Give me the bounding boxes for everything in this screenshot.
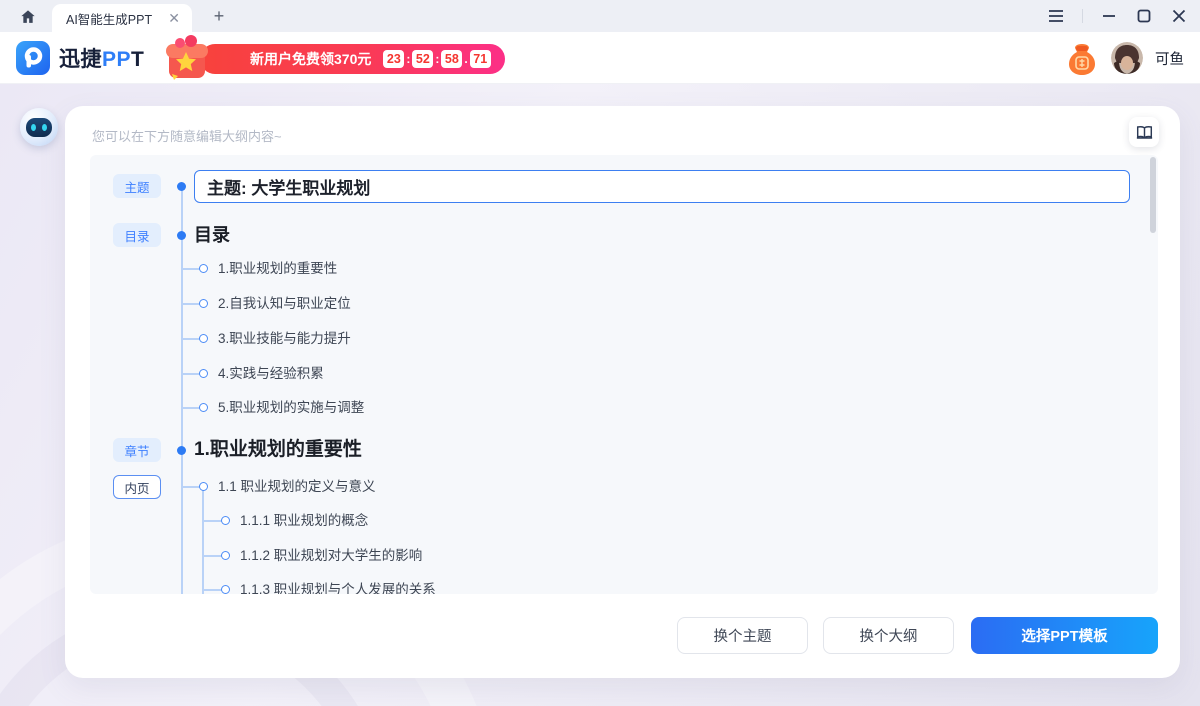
tree-node-ring — [221, 551, 230, 560]
toc-item[interactable]: 3.职业技能与能力提升 — [218, 329, 351, 349]
countdown-minutes: 52 — [412, 50, 434, 68]
chapter-heading[interactable]: 1.职业规划的重要性 — [194, 437, 362, 463]
tab-ai-generate-ppt[interactable]: AI智能生成PPT ✕ — [52, 4, 192, 32]
countdown-seconds: 58 — [441, 50, 463, 68]
outline-panel: 您可以在下方随意编辑大纲内容~ 主题 主题: 大学生职业规划 目录 目录 1.职… — [65, 106, 1180, 678]
tree-node-ring — [221, 585, 230, 594]
tree-subspine — [202, 487, 204, 594]
topic-input[interactable] — [194, 170, 1130, 203]
close-icon[interactable] — [1170, 7, 1188, 25]
sub-item[interactable]: 1.1.3 职业规划与个人发展的关系 — [240, 580, 436, 594]
window-controls — [1047, 0, 1188, 32]
assistant-hint: 您可以在下方随意编辑大纲内容~ — [92, 129, 282, 144]
choose-template-button[interactable]: 选择PPT模板 — [971, 617, 1158, 654]
badge-chapter: 章节 — [113, 438, 161, 462]
header-right: 可鱼 — [1065, 32, 1184, 84]
tree-node-dot — [177, 182, 186, 191]
tree-node-dot — [177, 446, 186, 455]
change-outline-button[interactable]: 换个大纲 — [823, 617, 954, 654]
toc-item[interactable]: 1.职业规划的重要性 — [218, 259, 337, 279]
countdown-separator: : — [435, 52, 440, 66]
tree-node-ring — [199, 264, 208, 273]
toc-item[interactable]: 2.自我认知与职业定位 — [218, 294, 351, 314]
badge-toc: 目录 — [113, 223, 161, 247]
new-tab-icon[interactable]: + — [208, 5, 230, 27]
promo-text: 新用户免费领370元 — [250, 51, 372, 67]
username[interactable]: 可鱼 — [1155, 48, 1184, 69]
sub-item[interactable]: 1.1.1 职业规划的概念 — [240, 511, 368, 531]
main-area: 您可以在下方随意编辑大纲内容~ 主题 主题: 大学生职业规划 目录 目录 1.职… — [0, 84, 1200, 706]
tab-close-icon[interactable]: ✕ — [166, 9, 182, 27]
outline-book-button[interactable] — [1129, 117, 1159, 147]
app-logo[interactable]: 迅捷PPT — [16, 41, 144, 75]
tab-title: AI智能生成PPT — [66, 12, 153, 27]
tree-node-ring — [199, 482, 208, 491]
badge-page: 内页 — [113, 475, 161, 499]
outline-editor: 主题 目录 目录 1.职业规划的重要性 2.自我认知与职业定位 3.职业技能与能… — [90, 155, 1158, 594]
tree-node-ring — [199, 299, 208, 308]
divider — [1082, 9, 1083, 23]
countdown-separator: : — [406, 52, 411, 66]
toc-heading[interactable]: 目录 — [194, 222, 230, 248]
tree-node-ring — [199, 334, 208, 343]
toc-item[interactable]: 5.职业规划的实施与调整 — [218, 398, 364, 418]
book-icon — [1136, 125, 1152, 139]
gift-icon — [166, 35, 208, 80]
logo-icon — [16, 41, 50, 75]
app-header: 迅捷PPT 新用户免费领370元 23 : 52 : 58 . 71 可鱼 — [0, 32, 1200, 84]
menu-icon[interactable] — [1047, 7, 1065, 25]
home-icon[interactable] — [18, 7, 38, 27]
tree-node-ring — [221, 516, 230, 525]
section-item[interactable]: 1.1 职业规划的定义与意义 — [218, 477, 376, 497]
assistant-robot-icon — [20, 108, 58, 146]
tree-node-ring — [199, 369, 208, 378]
maximize-icon[interactable] — [1135, 7, 1153, 25]
countdown-centis: 71 — [469, 50, 491, 68]
countdown-hours: 23 — [383, 50, 405, 68]
badge-topic: 主题 — [113, 174, 161, 198]
promo-pill: 新用户免费领370元 23 : 52 : 58 . 71 — [200, 44, 505, 74]
user-avatar[interactable] — [1111, 42, 1143, 74]
tree-spine — [181, 186, 183, 594]
outline-scrollbar[interactable] — [1150, 157, 1156, 233]
tree-node-dot — [177, 231, 186, 240]
countdown-separator: . — [464, 52, 468, 66]
logo-text: 迅捷PPT — [59, 48, 145, 71]
sub-item[interactable]: 1.1.2 职业规划对大学生的影响 — [240, 546, 422, 566]
toc-item[interactable]: 4.实践与经验积累 — [218, 364, 324, 384]
change-topic-button[interactable]: 换个主题 — [677, 617, 808, 654]
tree-node-ring — [199, 403, 208, 412]
lucky-bag-icon[interactable] — [1065, 39, 1099, 77]
minimize-icon[interactable] — [1100, 7, 1118, 25]
titlebar: AI智能生成PPT ✕ + — [0, 0, 1200, 32]
